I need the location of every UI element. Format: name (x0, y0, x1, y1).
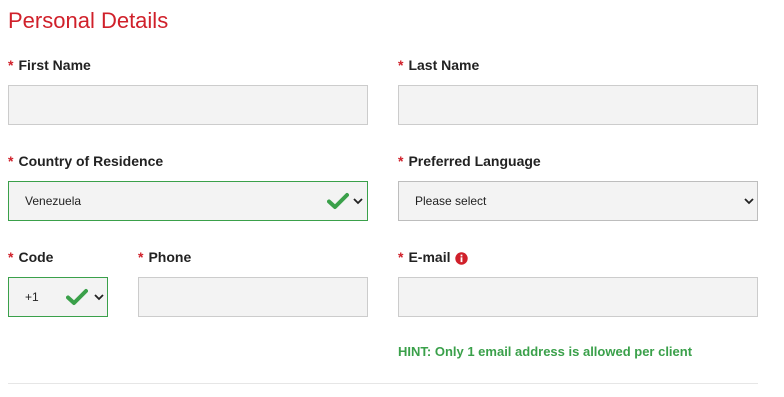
required-marker: * (8, 153, 14, 169)
chevron-down-icon (94, 294, 104, 301)
first-name-label-text: First Name (18, 57, 91, 73)
code-value: +1 (25, 290, 39, 304)
email-hint: HINT: Only 1 email address is allowed pe… (398, 344, 693, 359)
language-label-text: Preferred Language (408, 153, 541, 169)
language-select[interactable]: Please select (398, 181, 758, 221)
check-icon (327, 193, 349, 209)
country-select[interactable]: Venezuela (8, 181, 368, 221)
code-label: * Code (8, 249, 53, 265)
first-name-label: * First Name (8, 57, 91, 73)
required-marker: * (398, 153, 404, 169)
email-label: * E-mail (398, 249, 469, 265)
last-name-label-text: Last Name (408, 57, 480, 73)
chevron-down-icon (744, 198, 754, 205)
info-circle-icon[interactable] (455, 252, 469, 265)
last-name-label: * Last Name (398, 57, 479, 73)
required-marker: * (138, 249, 144, 265)
required-marker: * (8, 249, 14, 265)
email-label-text: E-mail (408, 249, 451, 265)
phone-input[interactable] (138, 277, 368, 317)
country-label-text: Country of Residence (18, 153, 164, 169)
language-value: Please select (415, 194, 487, 208)
email-input[interactable] (398, 277, 758, 317)
required-marker: * (398, 249, 404, 265)
page-title: Personal Details (8, 8, 169, 33)
phone-label-text: Phone (148, 249, 192, 265)
section-divider (8, 383, 758, 384)
country-label: * Country of Residence (8, 153, 163, 169)
required-marker: * (398, 57, 404, 73)
country-value: Venezuela (25, 194, 82, 208)
code-label-text: Code (18, 249, 54, 265)
first-name-input[interactable] (8, 85, 368, 125)
chevron-down-icon (353, 198, 363, 205)
language-label: * Preferred Language (398, 153, 541, 169)
code-select[interactable]: +1 (8, 277, 108, 317)
required-marker: * (8, 57, 14, 73)
phone-label: * Phone (138, 249, 191, 265)
check-icon (66, 289, 88, 305)
last-name-input[interactable] (398, 85, 758, 125)
